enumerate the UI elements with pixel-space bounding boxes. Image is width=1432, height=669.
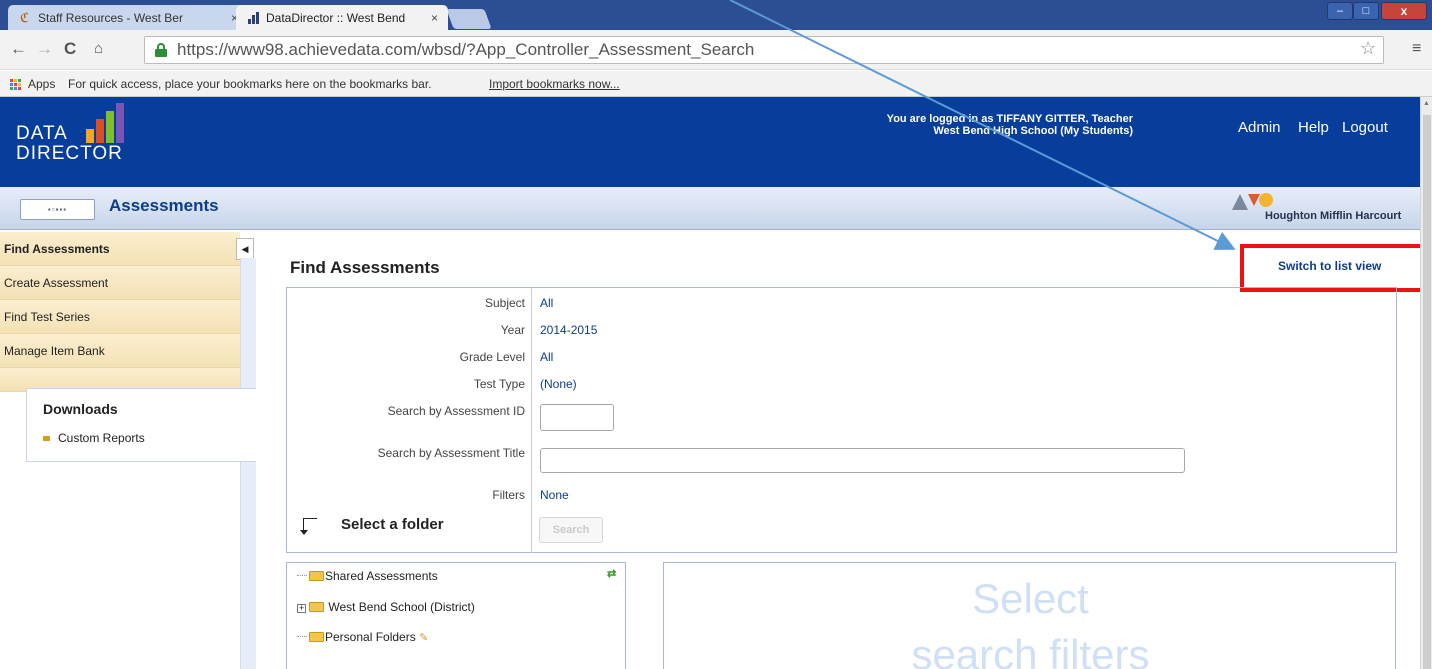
new-tab-button[interactable] (446, 9, 492, 29)
apps-bookmark[interactable]: Apps (28, 71, 55, 97)
edit-pencil-icon[interactable]: ✎ (419, 632, 428, 644)
hmh-brand-text: Houghton Mifflin Harcourt (1265, 210, 1402, 222)
grade-level-value[interactable]: All (540, 350, 553, 364)
window-minimize-button[interactable]: – (1327, 2, 1353, 20)
minimize-icon: – (1336, 5, 1344, 17)
browser-toolbar: ← → C ⌂ https://www98.achievedata.com/wb… (0, 30, 1432, 70)
folder-open-icon (309, 571, 324, 581)
close-icon: x (1400, 4, 1408, 18)
module-bar: ▪▫▪▪▪ Assessments Houghton Mifflin Harco… (0, 187, 1420, 230)
placeholder-line-2: search filters (911, 631, 1150, 669)
assessment-id-input[interactable] (540, 404, 614, 431)
import-bookmarks-link[interactable]: Import bookmarks now... (489, 71, 620, 97)
tree-item-label: Shared Assessments (325, 569, 438, 583)
logged-in-info: You are logged in as TIFFANY GITTER, Tea… (780, 113, 1133, 137)
page-title: Find Assessments (290, 258, 440, 277)
subject-label: Subject (484, 296, 525, 310)
folder-open-icon (309, 632, 324, 642)
custom-reports-link[interactable]: Custom Reports (43, 431, 145, 445)
downloads-panel: Downloads Custom Reports (26, 388, 256, 462)
tree-item-district[interactable]: + West Bend School (District) (297, 600, 475, 614)
browser-tab-datadirector[interactable]: DataDirector :: West Bend × (236, 5, 448, 31)
module-title: Assessments (109, 196, 219, 215)
browser-tab-strip: ℭ Staff Resources - West Ber × DataDirec… (0, 0, 1432, 31)
app-header: DATA DIRECTOR You are logged in as TIFFA… (0, 97, 1420, 187)
expand-plus-icon[interactable]: + (297, 604, 306, 613)
screenshot-root: ℭ Staff Resources - West Ber × DataDirec… (0, 0, 1432, 669)
sidebar-item-manage-item-bank[interactable]: Manage Item Bank (0, 334, 240, 368)
placeholder-line-1: Select (972, 575, 1089, 622)
logged-in-user: You are logged in as TIFFANY GITTER, Tea… (886, 113, 1133, 125)
form-divider (531, 288, 532, 553)
test-type-value[interactable]: (None) (540, 377, 577, 391)
bookmarks-bar: Apps For quick access, place your bookma… (0, 71, 1432, 97)
hmh-logo-icon (1232, 193, 1273, 210)
sidebar-item-find-test-series[interactable]: Find Test Series (0, 300, 240, 334)
logo-bars-icon (86, 103, 126, 143)
sidebar: Find Assessments Create Assessment Find … (0, 230, 256, 669)
filters-label: Filters (492, 488, 525, 502)
window-close-button[interactable]: x (1381, 2, 1427, 20)
refresh-icon[interactable]: ⇄ (607, 567, 616, 580)
browser-tab-staff-resources[interactable]: ℭ Staff Resources - West Ber × (8, 5, 248, 31)
year-label: Year (500, 323, 525, 337)
logged-in-school: West Bend High School (My Students) (933, 125, 1133, 137)
results-panel: Select search filters (663, 562, 1396, 669)
reload-icon[interactable]: C (64, 38, 76, 60)
address-bar[interactable]: https://www98.achievedata.com/wbsd/?App_… (144, 36, 1384, 64)
custom-reports-label: Custom Reports (58, 431, 145, 445)
module-switcher-button[interactable]: ▪▫▪▪▪ (20, 199, 95, 220)
year-value[interactable]: 2014-2015 (540, 323, 597, 337)
logo-line-2: DIRECTOR (16, 143, 123, 164)
downloads-title: Downloads (43, 401, 118, 417)
subject-value[interactable]: All (540, 296, 553, 310)
help-link[interactable]: Help (1298, 119, 1329, 136)
folder-tree: ⇄ Shared Assessments + West Bend School … (286, 562, 626, 669)
maximize-icon: □ (1362, 5, 1370, 17)
scroll-up-icon[interactable]: ▲ (1423, 100, 1430, 107)
grade-level-label: Grade Level (459, 350, 525, 364)
turn-down-arrow-icon (299, 518, 317, 536)
sidebar-item-create-assessment[interactable]: Create Assessment (0, 266, 240, 300)
search-button[interactable]: Search (539, 517, 603, 543)
bookmarks-hint-text: For quick access, place your bookmarks h… (68, 77, 432, 91)
bookmark-star-icon[interactable]: ☆ (1360, 38, 1376, 58)
page-favicon-icon: ℭ (20, 10, 30, 25)
admin-link[interactable]: Admin (1238, 119, 1281, 136)
tree-item-shared-assessments[interactable]: Shared Assessments (297, 569, 438, 583)
home-icon[interactable]: ⌂ (94, 38, 103, 60)
tab-close-icon[interactable]: × (431, 5, 438, 31)
window-maximize-button[interactable]: □ (1353, 2, 1379, 20)
page-scrollbar[interactable]: ▲ (1420, 97, 1432, 669)
search-form: Subject All Year 2014-2015 Grade Level A… (286, 287, 1397, 553)
forward-arrow-icon[interactable]: → (36, 38, 53, 60)
select-folder-label: Select a folder (341, 516, 444, 533)
scrollbar-thumb[interactable] (1423, 115, 1431, 669)
switch-to-list-view-link[interactable]: Switch to list view (1278, 259, 1381, 273)
bullet-icon (43, 436, 50, 442)
datadirector-favicon-icon (248, 12, 262, 24)
url-text: https://www98.achievedata.com/wbsd/?App_… (177, 40, 755, 59)
test-type-label: Test Type (473, 377, 525, 391)
collapse-sidebar-button[interactable]: ◀ (236, 238, 254, 260)
tree-item-personal-folders[interactable]: Personal Folders ✎ (297, 630, 428, 644)
logout-link[interactable]: Logout (1342, 119, 1388, 136)
folder-icon (309, 602, 324, 612)
tab-title: DataDirector :: West Bend (266, 11, 406, 25)
tab-title: Staff Resources - West Ber (38, 11, 183, 25)
apps-grid-icon[interactable] (10, 79, 22, 91)
sidebar-item-find-assessments[interactable]: Find Assessments (0, 232, 240, 266)
filters-value[interactable]: None (540, 488, 569, 502)
search-by-id-label: Search by Assessment ID (387, 404, 525, 418)
back-arrow-icon[interactable]: ← (10, 38, 27, 60)
tree-item-label: West Bend School (District) (328, 600, 475, 614)
search-by-title-label: Search by Assessment Title (377, 446, 525, 460)
assessment-title-input[interactable] (540, 448, 1185, 473)
sidebar-divider-stripe (240, 258, 256, 669)
tree-item-label: Personal Folders (325, 630, 416, 644)
browser-menu-icon[interactable]: ≡ (1412, 40, 1421, 58)
logo-line-1: DATA (16, 123, 68, 144)
lock-icon (155, 43, 167, 57)
